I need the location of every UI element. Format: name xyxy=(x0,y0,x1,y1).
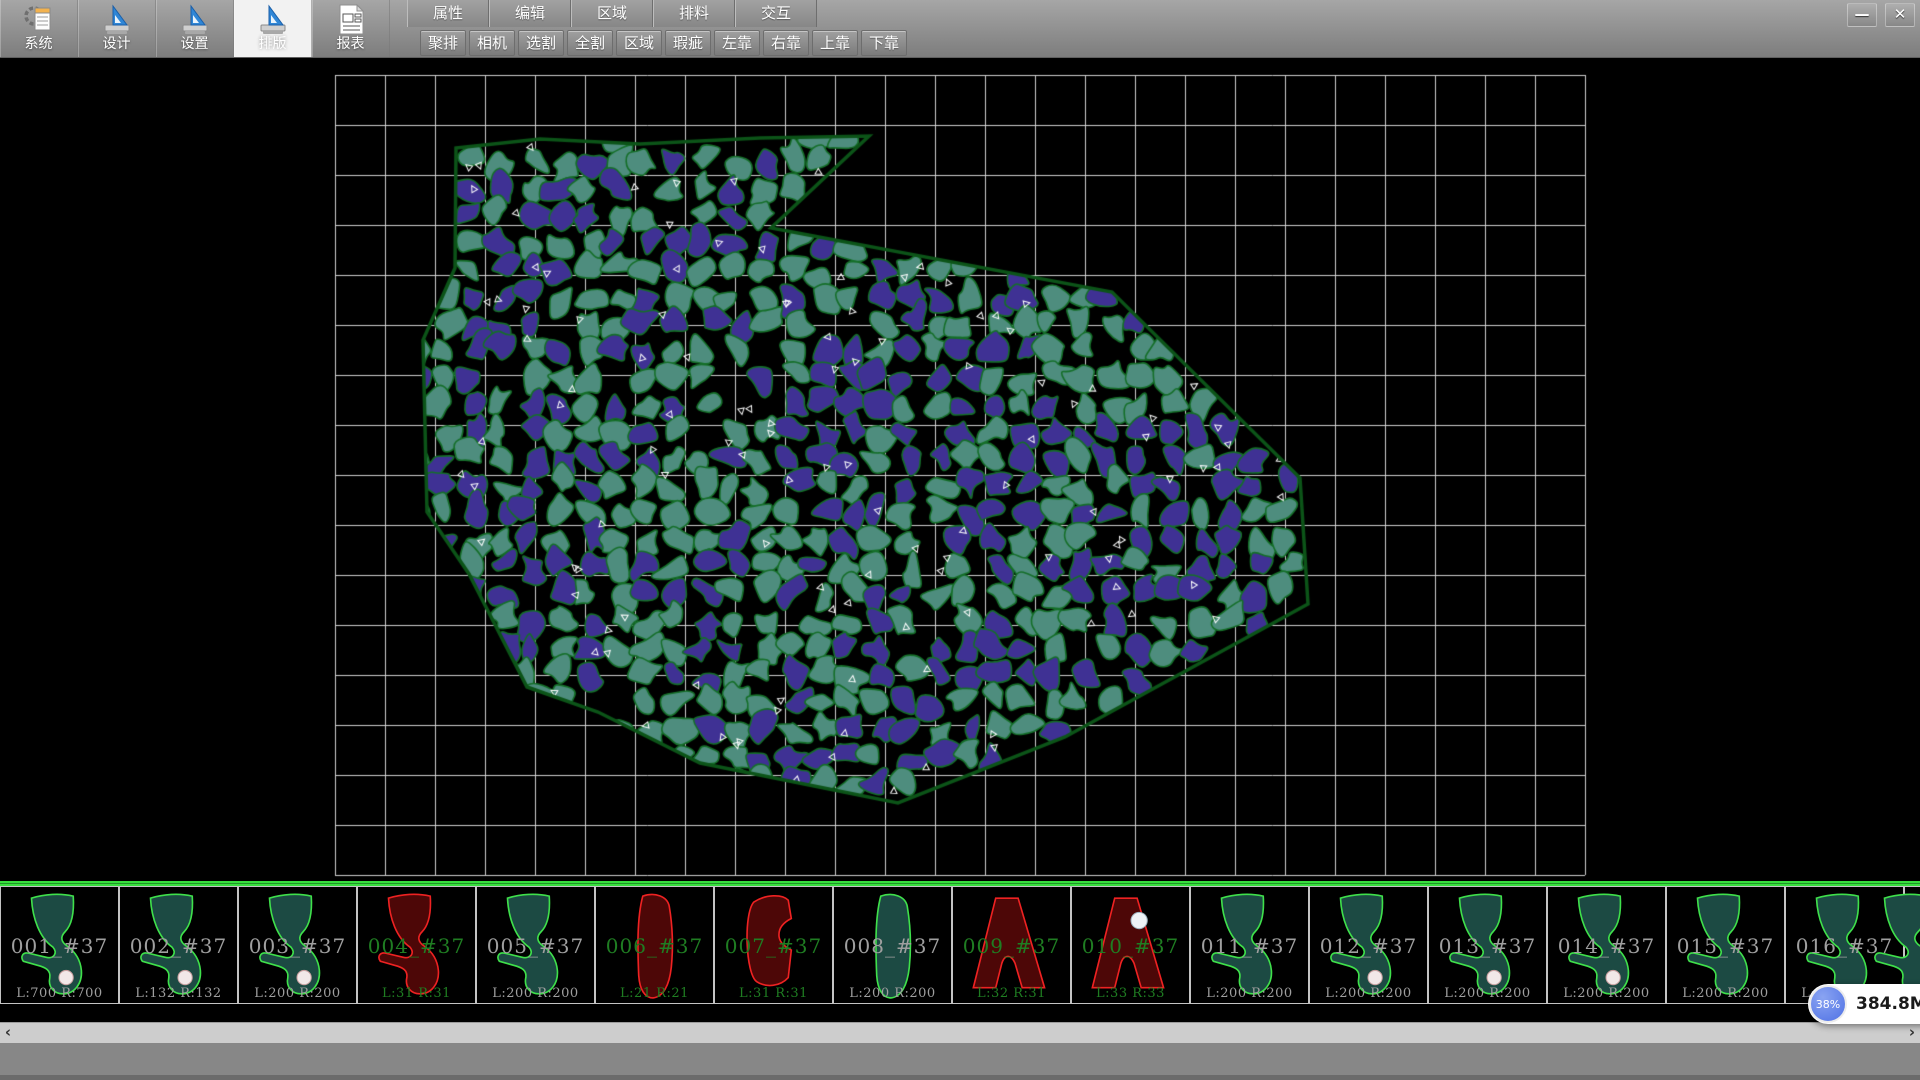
part-meta: L:21 R:21 xyxy=(596,986,713,1001)
tool-button-6[interactable]: 左靠 xyxy=(714,30,760,56)
part-thumbnail-4[interactable]: 004_#37 L:31 R:31 xyxy=(357,886,476,1004)
memory-value-label: 384.8M xyxy=(1856,994,1920,1014)
part-thumbnail-5[interactable]: 005_#37 L:200 R:200 xyxy=(476,886,595,1004)
part-meta: L:200 R:200 xyxy=(1310,986,1427,1001)
close-button[interactable]: ✕ xyxy=(1885,3,1915,27)
part-name: 013_#37 xyxy=(1429,934,1546,958)
scroll-left-icon[interactable]: ‹ xyxy=(0,1023,16,1043)
toolbar-button-label: 系统 xyxy=(25,37,53,52)
part-meta: L:33 R:33 xyxy=(1072,986,1189,1001)
menu-tab-2[interactable]: 区域 xyxy=(571,0,653,27)
part-name: 004_#37 xyxy=(358,934,475,958)
tool-button-2[interactable]: 选割 xyxy=(518,30,564,56)
nesting-canvas[interactable] xyxy=(0,57,1920,881)
tool-button-7[interactable]: 右靠 xyxy=(763,30,809,56)
part-meta: L:132 R:132 xyxy=(120,986,237,1001)
menu-tab-0[interactable]: 属性 xyxy=(407,0,489,27)
scroll-right-icon[interactable]: › xyxy=(1904,1023,1920,1043)
part-thumbnail-1[interactable]: 001_#37 L:700 R:700 xyxy=(0,886,119,1004)
part-name: 011_#37 xyxy=(1191,934,1308,958)
toolbar-button-label: 报表 xyxy=(337,37,365,52)
minimize-button[interactable]: — xyxy=(1847,3,1877,27)
toolbar-button-layout[interactable]: 排版 xyxy=(234,0,312,57)
part-thumbnail-15[interactable]: 015_#37 L:200 R:200 xyxy=(1666,886,1785,1004)
part-meta: L:200 R:200 xyxy=(1191,986,1308,1001)
toolbar-button-system[interactable]: 系统 xyxy=(0,0,78,57)
part-thumbnail-2[interactable]: 002_#37 L:132 R:132 xyxy=(119,886,238,1004)
memory-percent-badge: 38% xyxy=(1809,985,1847,1023)
tool-button-8[interactable]: 上靠 xyxy=(812,30,858,56)
menu-tab-4[interactable]: 交互 xyxy=(735,0,817,27)
part-name: 001_#37 xyxy=(1,934,118,958)
part-thumbnail-10[interactable]: 010_#37 L:33 R:33 xyxy=(1071,886,1190,1004)
parts-filmstrip: 001_#37L:700 R:700002_#37L:132 R:132003_… xyxy=(0,886,1920,1006)
tool-button-3[interactable]: 全割 xyxy=(567,30,613,56)
part-thumbnail-9[interactable]: 009_#37 L:32 R:31 xyxy=(952,886,1071,1004)
tool-button-4[interactable]: 区域 xyxy=(616,30,662,56)
toolbar-button-label: 排版 xyxy=(259,37,287,52)
toolbar-button-label: 设计 xyxy=(103,37,131,52)
part-meta: L:200 R:200 xyxy=(239,986,356,1001)
part-thumbnail-13[interactable]: 013_#37 L:200 R:200 xyxy=(1428,886,1547,1004)
part-name: 014_#37 xyxy=(1548,934,1665,958)
part-thumbnail-12[interactable]: 012_#37 L:200 R:200 xyxy=(1309,886,1428,1004)
tool-button-1[interactable]: 相机 xyxy=(469,30,515,56)
menu-tab-3[interactable]: 排料 xyxy=(653,0,735,27)
part-meta: L:31 R:31 xyxy=(358,986,475,1001)
window-controls: — ✕ xyxy=(1847,3,1915,27)
icon-bar: 系统 设计 设置 排版 报表 xyxy=(0,0,390,57)
part-name: 008_#37 xyxy=(834,934,951,958)
horizontal-scrollbar[interactable]: ‹ › xyxy=(0,1022,1920,1043)
part-thumbnail-8[interactable]: 008_#37 L:200 R:200 xyxy=(833,886,952,1004)
report-icon xyxy=(334,2,368,36)
part-meta: L:200 R:200 xyxy=(1548,986,1665,1001)
toolbar-button-design[interactable]: 设计 xyxy=(78,0,156,57)
part-name: 005_#37 xyxy=(477,934,594,958)
tool-button-5[interactable]: 瑕疵 xyxy=(665,30,711,56)
settings-icon xyxy=(178,2,212,36)
system-icon xyxy=(22,2,56,36)
toolbar-button-label: 设置 xyxy=(181,37,209,52)
part-name: 015_#37 xyxy=(1667,934,1784,958)
memory-badge[interactable]: 38% 384.8M xyxy=(1808,984,1920,1024)
tool-button-9[interactable]: 下靠 xyxy=(861,30,907,56)
menu-tab-1[interactable]: 编辑 xyxy=(489,0,571,27)
status-bar xyxy=(0,1043,1920,1080)
part-meta: L:700 R:700 xyxy=(1,986,118,1001)
menu-tab-row: 属性编辑区域排料交互 xyxy=(407,0,817,27)
toolbar-button-report[interactable]: 报表 xyxy=(312,0,390,57)
tool-button-0[interactable]: 聚排 xyxy=(420,30,466,56)
part-meta: L:31 R:31 xyxy=(715,986,832,1001)
design-icon xyxy=(100,2,134,36)
layout-icon xyxy=(256,2,290,36)
tool-button-row: 聚排相机选割全割区域瑕疵左靠右靠上靠下靠 xyxy=(420,30,907,56)
part-thumbnail-3[interactable]: 003_#37 L:200 R:200 xyxy=(238,886,357,1004)
part-meta: L:32 R:31 xyxy=(953,986,1070,1001)
part-thumbnail-6[interactable]: 006_#37 L:21 R:21 xyxy=(595,886,714,1004)
toolbar-button-settings[interactable]: 设置 xyxy=(156,0,234,57)
part-name: 010_#37 xyxy=(1072,934,1189,958)
part-name: 009_#37 xyxy=(953,934,1070,958)
top-toolbar: 系统设计设置排版报表 属性编辑区域排料交互 聚排相机选割全割区域瑕疵左靠右靠上靠… xyxy=(0,0,1920,58)
part-thumbnail-7[interactable]: 007_#37 L:31 R:31 xyxy=(714,886,833,1004)
part-name: 007_#37 xyxy=(715,934,832,958)
part-meta: L:200 R:200 xyxy=(834,986,951,1001)
filmstrip-separator xyxy=(0,881,1920,886)
part-name: 006_#37 xyxy=(596,934,713,958)
part-meta: L:200 R:200 xyxy=(1667,986,1784,1001)
part-meta: L:200 R:200 xyxy=(477,986,594,1001)
part-meta: L:200 R:200 xyxy=(1429,986,1546,1001)
part-name: 002_#37 xyxy=(120,934,237,958)
part-name: 012_#37 xyxy=(1310,934,1427,958)
part-thumbnail-11[interactable]: 011_#37 L:200 R:200 xyxy=(1190,886,1309,1004)
part-name: 003_#37 xyxy=(239,934,356,958)
part-thumbnail-14[interactable]: 014_#37 L:200 R:200 xyxy=(1547,886,1666,1004)
